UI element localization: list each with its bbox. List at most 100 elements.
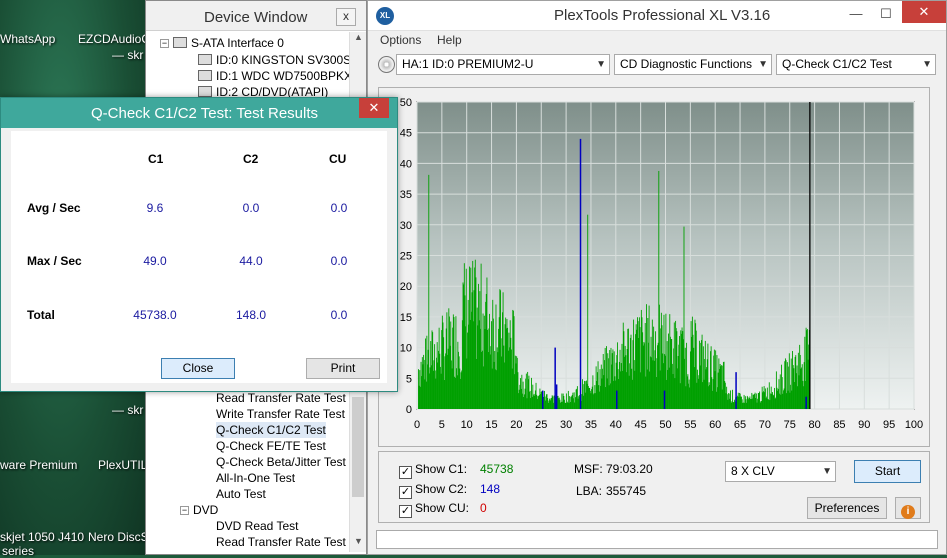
tree-node-all-in-one[interactable]: All-In-One Test bbox=[216, 470, 295, 486]
tree-node-qcheck-fete[interactable]: Q-Check FE/TE Test bbox=[216, 438, 326, 454]
menubar: Options Help bbox=[368, 31, 946, 51]
scroll-up-icon[interactable]: ▲ bbox=[350, 32, 367, 48]
desktop-icon-deskjet[interactable]: skjet 1050 J410 bbox=[0, 530, 84, 544]
desktop-icon-ezcd[interactable]: EZCDAudioC bbox=[78, 32, 150, 46]
lba-value: 355745 bbox=[606, 484, 647, 498]
tree-node-qcheck-beta-jitter[interactable]: Q-Check Beta/Jitter Test bbox=[216, 454, 346, 470]
collapse-icon[interactable]: − bbox=[160, 39, 169, 48]
x-tick-label: 80 bbox=[808, 419, 820, 431]
c2-count: 148 bbox=[480, 482, 501, 496]
row-label-max: Max / Sec bbox=[27, 254, 82, 268]
x-tick-label: 30 bbox=[560, 419, 572, 431]
y-tick-label: 25 bbox=[400, 251, 412, 263]
desktop-icon-nero[interactable]: Nero DiscS bbox=[88, 530, 149, 544]
column-header-c1: C1 bbox=[148, 152, 164, 166]
drive-icon bbox=[198, 86, 212, 97]
minimize-icon[interactable]: — bbox=[843, 5, 869, 23]
tree-node-write-transfer-rate[interactable]: Write Transfer Rate Test bbox=[216, 406, 345, 422]
chevron-down-icon: ▼ bbox=[596, 59, 606, 70]
tree-node-sata-interface[interactable]: − S-ATA Interface 0 bbox=[160, 35, 284, 51]
plextools-titlebar[interactable]: XL PlexTools Professional XL V3.16 — ☐ ✕ bbox=[368, 1, 946, 31]
row-label-avg: Avg / Sec bbox=[27, 201, 81, 215]
max-cu-value: 0.0 bbox=[330, 254, 348, 268]
device-window-title: Device Window bbox=[204, 9, 308, 26]
x-tick-label: 40 bbox=[610, 419, 622, 431]
show-c2-checkbox[interactable]: ✓ Show C2: bbox=[399, 482, 467, 499]
drive-icon bbox=[198, 54, 212, 65]
y-tick-label: 0 bbox=[406, 404, 412, 416]
y-tick-label: 5 bbox=[406, 373, 412, 385]
desktop-icon-premium[interactable]: ware Premium bbox=[0, 458, 77, 472]
tree-node-auto-test[interactable]: Auto Test bbox=[216, 486, 266, 502]
show-cu-checkbox[interactable]: ✓ Show CU: bbox=[399, 501, 469, 518]
desktop-icon-series: series bbox=[2, 544, 35, 558]
y-tick-label: 45 bbox=[400, 128, 412, 140]
maximize-icon[interactable]: ☐ bbox=[873, 5, 899, 23]
results-dialog-title: Q-Check C1/C2 Test: Test Results bbox=[91, 105, 319, 122]
tree-node-dvd-read-transfer-rate[interactable]: Read Transfer Rate Test bbox=[216, 534, 346, 550]
x-tick-label: 50 bbox=[659, 419, 671, 431]
plextools-window: XL PlexTools Professional XL V3.16 — ☐ ✕… bbox=[367, 0, 947, 555]
x-tick-label: 85 bbox=[833, 419, 845, 431]
msf-value: 79:03.20 bbox=[606, 462, 653, 476]
total-c2-value: 148.0 bbox=[235, 308, 267, 322]
close-icon[interactable]: ✕ bbox=[359, 98, 389, 118]
checkbox-checked-icon: ✓ bbox=[399, 486, 412, 499]
x-tick-label: 65 bbox=[734, 419, 746, 431]
x-tick-label: 55 bbox=[684, 419, 696, 431]
speed-select[interactable]: 8 X CLV ▼ bbox=[725, 461, 836, 482]
close-icon[interactable]: ✕ bbox=[902, 1, 946, 23]
checkbox-checked-icon: ✓ bbox=[399, 505, 412, 518]
close-button[interactable]: Close bbox=[161, 358, 235, 379]
menu-help[interactable]: Help bbox=[437, 33, 462, 47]
y-tick-label: 50 bbox=[400, 97, 412, 109]
msf-label: MSF: bbox=[574, 462, 603, 476]
controls-panel: ✓ Show C1: 45738 ✓ Show C2: 148 ✓ Show CU: … bbox=[378, 451, 930, 523]
desktop-icon-whatsapp[interactable]: WhatsApp bbox=[0, 32, 55, 46]
test-select[interactable]: Q-Check C1/C2 Test ▼ bbox=[776, 54, 936, 75]
show-c1-checkbox[interactable]: ✓ Show C1: bbox=[399, 462, 467, 479]
start-button[interactable]: Start bbox=[854, 460, 921, 483]
avg-cu-value: 0.0 bbox=[330, 201, 348, 215]
x-tick-label: 45 bbox=[635, 419, 647, 431]
avg-c1-value: 9.6 bbox=[146, 201, 164, 215]
x-tick-label: 10 bbox=[461, 419, 473, 431]
x-tick-label: 0 bbox=[414, 419, 420, 431]
tree-node-dvd[interactable]: − DVD bbox=[180, 502, 218, 518]
device-window-close-button[interactable]: x bbox=[336, 8, 356, 26]
c1-count: 45738 bbox=[480, 462, 514, 476]
drive-select[interactable]: HA:1 ID:0 PREMIUM2-U ▼ bbox=[396, 54, 610, 75]
preferences-button[interactable]: Preferences bbox=[807, 497, 887, 519]
lba-label: LBA: bbox=[576, 484, 603, 498]
x-tick-label: 35 bbox=[585, 419, 597, 431]
cu-count: 0 bbox=[480, 501, 487, 515]
collapse-icon[interactable]: − bbox=[180, 506, 189, 515]
c1-bar bbox=[587, 214, 589, 409]
x-tick-label: 90 bbox=[858, 419, 870, 431]
x-tick-label: 20 bbox=[510, 419, 522, 431]
print-button[interactable]: Print bbox=[306, 358, 380, 379]
x-tick-label: 5 bbox=[439, 419, 445, 431]
scroll-down-icon[interactable]: ▼ bbox=[350, 536, 367, 552]
chevron-down-icon: ▼ bbox=[822, 466, 832, 477]
tree-node-read-transfer-rate[interactable]: Read Transfer Rate Test bbox=[216, 390, 346, 406]
results-dialog: Q-Check C1/C2 Test: Test Results ✕ C1 C2… bbox=[0, 97, 398, 392]
menu-options[interactable]: Options bbox=[380, 33, 421, 47]
plextools-title: PlexTools Professional XL V3.16 bbox=[554, 7, 771, 24]
tree-node-qcheck-c1c2[interactable]: Q-Check C1/C2 Test bbox=[216, 422, 326, 438]
tree-node-id1[interactable]: ID:1 WDC WD7500BPKX-75 bbox=[198, 68, 352, 84]
tree-node-dvd-read[interactable]: DVD Read Test bbox=[216, 518, 298, 534]
chevron-down-icon: ▼ bbox=[922, 59, 932, 70]
y-tick-label: 15 bbox=[400, 312, 412, 324]
function-select[interactable]: CD Diagnostic Functions ▼ bbox=[614, 54, 772, 75]
desktop-icon-label-skr: — skr bbox=[112, 403, 144, 417]
device-window-titlebar[interactable]: Device Window x bbox=[146, 1, 366, 31]
scroll-thumb[interactable] bbox=[352, 397, 364, 497]
y-tick-label: 30 bbox=[400, 220, 412, 232]
desktop-icon-plexutil[interactable]: PlexUTIL bbox=[98, 458, 147, 472]
tree-node-id0[interactable]: ID:0 KINGSTON SV300S37A bbox=[198, 52, 352, 68]
info-button[interactable]: i bbox=[895, 497, 921, 519]
results-dialog-titlebar[interactable]: Q-Check C1/C2 Test: Test Results ✕ bbox=[1, 98, 397, 128]
max-c2-value: 44.0 bbox=[239, 254, 263, 268]
results-table: C1 C2 CU Avg / Sec 9.6 0.0 0.0 Max / Sec… bbox=[11, 131, 387, 383]
